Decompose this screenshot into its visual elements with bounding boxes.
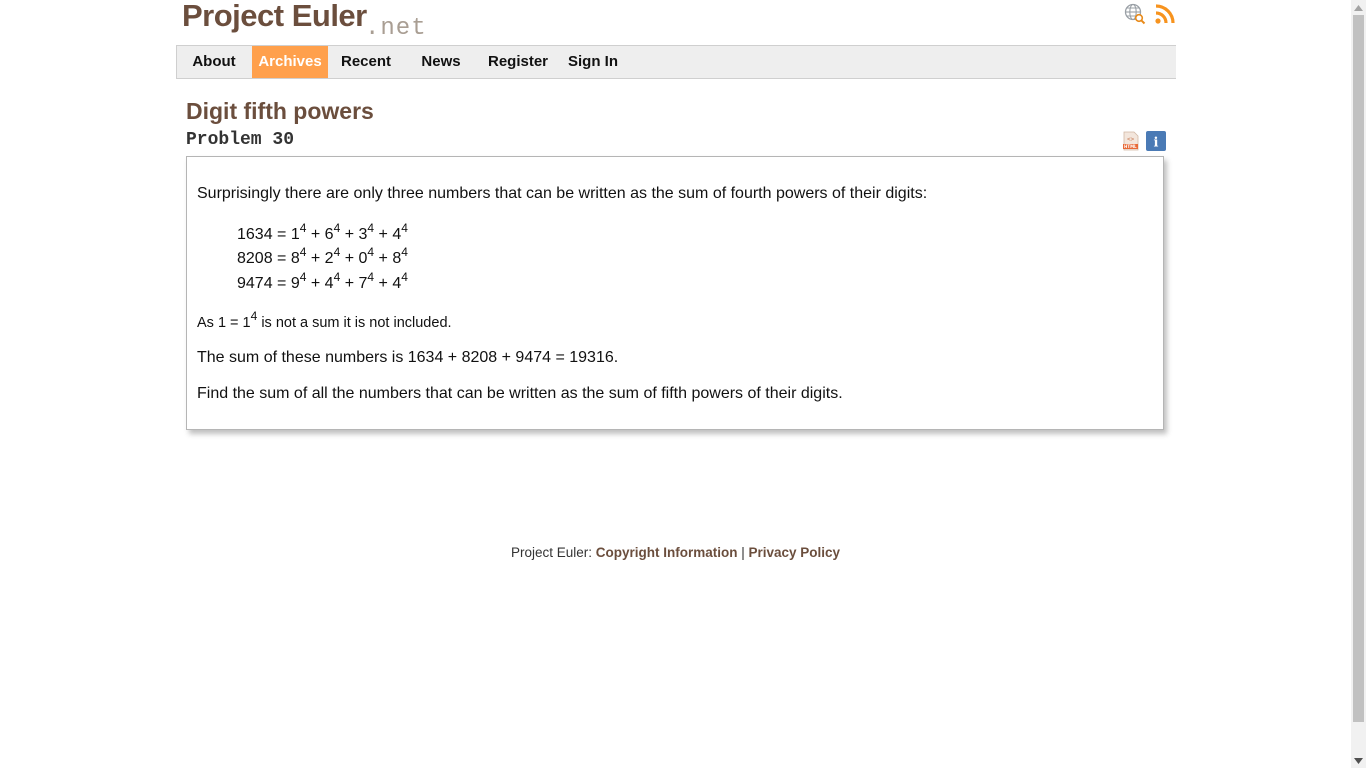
eq-lhs: 9474 [237,275,273,292]
copyright-link[interactable]: Copyright Information [596,545,738,560]
problem-number: Problem 30 [186,130,295,150]
svg-text:<>: <> [1127,136,1135,143]
problem-note: As 1 = 14 is not a sum it is not include… [197,309,452,331]
problem-content: Surprisingly there are only three number… [186,156,1164,430]
svg-text:i: i [1154,136,1159,151]
rss-icon[interactable] [1154,3,1176,25]
eq-power: 4 [401,245,408,259]
footer-separator: | [737,545,749,560]
note-pre: As 1 = 1 [197,315,251,331]
logo-main-text: Project Euler [182,0,367,33]
problem-title: Digit fifth powers [186,98,374,124]
info-icon[interactable]: i [1146,131,1166,151]
equation-line: 1634 = 14 + 64 + 34 + 44 [237,221,408,243]
nav-about[interactable]: About [184,46,244,78]
site-header: Project Euler .net [176,0,1176,45]
problem-sum: The sum of these numbers is 1634 + 8208 … [197,349,619,366]
main-nav: About Archives Recent News Register Sign… [176,45,1176,79]
problem-intro: Surprisingly there are only three number… [197,185,928,202]
eq-digit: 1 [290,226,300,243]
eq-digit: 8 [392,250,402,267]
privacy-link[interactable]: Privacy Policy [749,545,841,560]
scroll-down-icon[interactable] [1351,753,1366,768]
nav-recent[interactable]: Recent [335,46,397,78]
eq-power: 4 [299,221,307,235]
logo-net-text: .net [365,15,427,42]
svg-text:HTML: HTML [1124,144,1137,149]
eq-digit: 4 [392,275,402,292]
eq-power: 4 [367,270,375,284]
nav-register[interactable]: Register [483,46,553,78]
eq-power: 4 [299,245,307,259]
html-file-icon[interactable]: <> HTML [1121,131,1141,151]
eq-power: 4 [401,270,408,284]
eq-digit: 8 [290,250,300,267]
eq-power: 4 [333,245,341,259]
site-footer: Project Euler: Copyright Information | P… [0,545,1351,560]
note-power: 4 [250,309,258,323]
problem-tools: <> HTML i [1121,131,1166,151]
eq-power: 4 [333,270,341,284]
page: Project Euler .net About Archives Recent… [0,0,1351,768]
note-post: is not a sum it is not included. [257,315,452,331]
eq-lhs: 1634 [237,226,273,243]
eq-digit: 4 [324,275,334,292]
eq-power: 4 [401,221,408,235]
scrollbar-thumb[interactable] [1353,15,1364,722]
equation-line: 8208 = 84 + 24 + 04 + 84 [237,245,408,267]
header-icons [1124,3,1176,25]
eq-digit: 4 [392,226,402,243]
eq-digit: 6 [324,226,334,243]
vertical-scrollbar[interactable] [1351,0,1366,768]
globe-search-icon[interactable] [1124,3,1146,25]
eq-digit: 2 [324,250,334,267]
eq-power: 4 [333,221,341,235]
eq-power: 4 [299,270,307,284]
scroll-up-icon[interactable] [1351,0,1366,15]
eq-lhs: 8208 [237,250,273,267]
nav-news[interactable]: News [413,46,469,78]
equation-line: 9474 = 94 + 44 + 74 + 44 [237,270,408,292]
eq-digit: 9 [290,275,300,292]
eq-power: 4 [367,245,375,259]
problem-task: Find the sum of all the numbers that can… [197,385,843,402]
nav-archives[interactable]: Archives [252,46,328,78]
footer-prefix: Project Euler: [510,545,596,560]
nav-sign-in[interactable]: Sign In [563,46,623,78]
eq-power: 4 [367,221,375,235]
